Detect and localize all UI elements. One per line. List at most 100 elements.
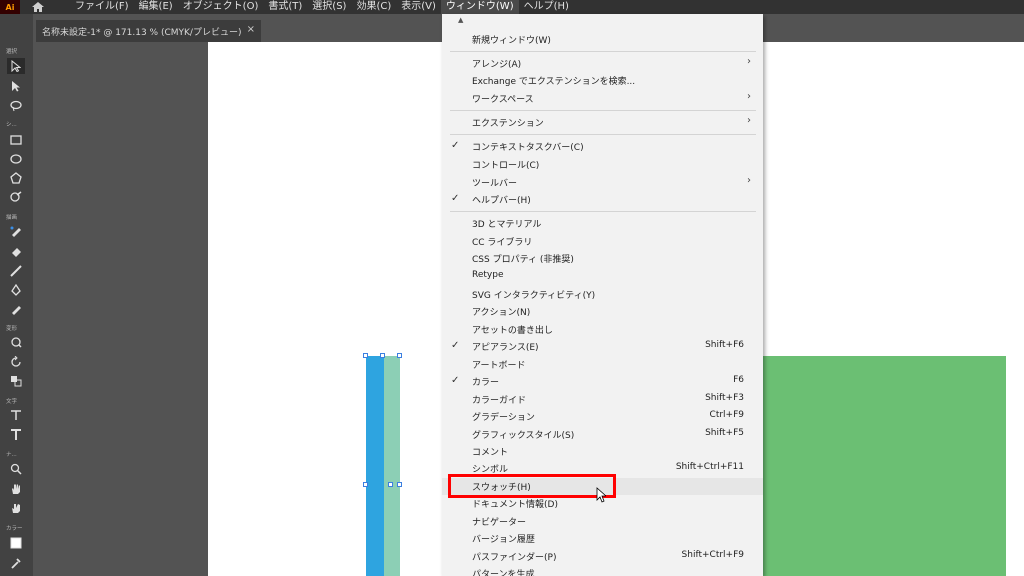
menu-item-version-history[interactable]: バージョン履歴 — [442, 530, 763, 547]
chevron-right-icon: › — [747, 115, 751, 126]
document-tab[interactable]: 名称未設定-1* @ 171.13 % (CMYK/プレビュー) × — [36, 20, 261, 42]
menu-item-workspace[interactable]: ワークスペース › — [442, 90, 763, 107]
menu-item-label: ツールバー — [472, 179, 518, 189]
ellipse-tool-icon[interactable] — [7, 151, 25, 167]
menu-item-control[interactable]: コントロール(C) — [442, 156, 763, 173]
menu-object[interactable]: オブジェクト(O) — [178, 0, 264, 14]
blue-bar-shape[interactable] — [366, 356, 384, 576]
menu-item-label: バージョン履歴 — [472, 535, 535, 545]
menu-item-label: コンテキストタスクバー(C) — [472, 143, 584, 153]
menu-item-help-bar[interactable]: ✓ ヘルプバー(H) — [442, 191, 763, 208]
checkmark-icon: ✓ — [451, 340, 460, 351]
checkmark-icon: ✓ — [451, 140, 460, 151]
menu-item-exchange[interactable]: Exchange でエクステンションを検索... — [442, 72, 763, 89]
rotate-view-tool-icon[interactable] — [7, 500, 25, 516]
menu-item-arrange[interactable]: アレンジ(A) › — [442, 55, 763, 72]
polygon-tool-icon[interactable] — [7, 170, 25, 186]
rotate-tool-icon[interactable] — [7, 354, 25, 370]
tool-group-label: 文字 — [6, 399, 18, 405]
selection-handle[interactable] — [363, 482, 368, 487]
document-tab-title: 名称未設定-1* @ 171.13 % (CMYK/プレビュー) — [42, 27, 242, 38]
chevron-right-icon: › — [747, 91, 751, 102]
selection-handle[interactable] — [397, 482, 402, 487]
eraser-tool-icon[interactable] — [7, 243, 25, 259]
menu-item-label: エクステンション — [472, 119, 544, 129]
lasso-tool-icon[interactable] — [7, 98, 25, 114]
selection-handle[interactable] — [397, 353, 402, 358]
free-transform-tool-icon[interactable] — [7, 373, 25, 389]
eyedropper-tool-icon[interactable] — [7, 555, 25, 571]
pencil-tool-icon[interactable] — [7, 223, 25, 239]
menu-item-label: グラフィックスタイル(S) — [472, 431, 575, 441]
menu-item-toolbar[interactable]: ツールバー › — [442, 174, 763, 191]
zoom-tool-icon[interactable] — [7, 461, 25, 477]
menu-item-pattern-options[interactable]: パターンを生成 — [442, 565, 763, 576]
menu-item-label: パターンを生成 — [472, 570, 535, 576]
rectangle-tool-icon[interactable] — [7, 132, 25, 148]
menu-edit[interactable]: 編集(E) — [134, 0, 178, 14]
menu-item-shortcut: Shift+Ctrl+F9 — [681, 550, 744, 560]
menu-item-label: カラーガイド — [472, 396, 527, 406]
menu-item-asset-export[interactable]: アセットの書き出し — [442, 321, 763, 338]
menu-item-label: 3D とマテリアル — [472, 220, 542, 230]
fill-stroke-icon[interactable] — [7, 535, 25, 551]
menu-item-comments[interactable]: コメント — [442, 443, 763, 460]
selection-handle[interactable] — [388, 482, 393, 487]
green-rectangle[interactable] — [763, 356, 1006, 576]
close-icon[interactable]: × — [247, 24, 255, 35]
home-icon[interactable] — [28, 0, 48, 14]
menu-effect[interactable]: 効果(C) — [351, 0, 396, 14]
type-tool-icon[interactable] — [7, 427, 25, 443]
menu-window[interactable]: ウィンドウ(W) — [440, 0, 519, 14]
pen-tool-icon[interactable] — [7, 282, 25, 298]
menu-item-svg-interactivity[interactable]: SVG インタラクティビティ(Y) — [442, 286, 763, 303]
teal-bar-shape[interactable] — [384, 356, 400, 576]
menu-separator — [450, 110, 756, 111]
direct-selection-tool-icon[interactable] — [7, 78, 25, 94]
menu-select[interactable]: 選択(S) — [307, 0, 351, 14]
menu-item-label: Exchange でエクステンションを検索... — [472, 77, 636, 87]
menu-item-css-properties[interactable]: CSS プロパティ (非推奨) — [442, 250, 763, 267]
menu-file[interactable]: ファイル(F) — [70, 0, 134, 14]
menu-item-label: ワークスペース — [472, 95, 534, 105]
blob-brush-tool-icon[interactable] — [7, 301, 25, 317]
scroll-up-icon[interactable]: ▲ — [458, 16, 463, 24]
menu-list: ファイル(F) 編集(E) オブジェクト(O) 書式(T) 選択(S) 効果(C… — [70, 0, 574, 14]
menu-item-label: アセットの書き出し — [472, 326, 553, 336]
hand-tool-icon[interactable] — [7, 481, 25, 497]
selection-handle[interactable] — [363, 353, 368, 358]
chevron-right-icon: › — [747, 175, 751, 186]
shaper-tool-icon[interactable] — [7, 189, 25, 205]
mouse-cursor-icon — [596, 487, 606, 503]
menu-item-graphic-styles[interactable]: グラフィックスタイル(S) Shift+F5 — [442, 426, 763, 443]
menu-item-cc-libraries[interactable]: CC ライブラリ — [442, 233, 763, 250]
paintbrush-tool-icon[interactable] — [7, 263, 25, 279]
menu-item-new-window[interactable]: 新規ウィンドウ(W) — [442, 31, 763, 48]
menu-item-shortcut: Shift+F5 — [705, 428, 744, 438]
menu-item-navigator[interactable]: ナビゲーター — [442, 513, 763, 530]
menu-view[interactable]: 表示(V) — [396, 0, 441, 14]
tool-group-label: 描画 — [6, 215, 18, 221]
menu-item-color-guide[interactable]: カラーガイド Shift+F3 — [442, 391, 763, 408]
menu-item-artboards[interactable]: アートボード — [442, 356, 763, 373]
width-tool-icon[interactable] — [7, 407, 25, 423]
checkmark-icon: ✓ — [451, 193, 460, 204]
menu-item-gradient[interactable]: グラデーション Ctrl+F9 — [442, 408, 763, 425]
menu-item-color[interactable]: ✓ カラー F6 — [442, 373, 763, 390]
menu-help[interactable]: ヘルプ(H) — [519, 0, 574, 14]
menu-item-actions[interactable]: アクション(N) — [442, 303, 763, 320]
menu-item-3d-materials[interactable]: 3D とマテリアル — [442, 215, 763, 232]
menu-item-appearance[interactable]: ✓ アピアランス(E) Shift+F6 — [442, 338, 763, 355]
scale-tool-icon[interactable] — [7, 334, 25, 350]
menu-item-pathfinder[interactable]: パスファインダー(P) Shift+Ctrl+F9 — [442, 548, 763, 565]
menu-item-extensions[interactable]: エクステンション › — [442, 114, 763, 131]
menu-item-label: コントロール(C) — [472, 161, 540, 171]
menu-item-shortcut: Shift+Ctrl+F11 — [675, 462, 744, 472]
menu-item-label: アクション(N) — [472, 308, 531, 318]
selection-handle[interactable] — [380, 353, 385, 358]
chevron-right-icon: › — [747, 56, 751, 67]
menu-type[interactable]: 書式(T) — [263, 0, 307, 14]
menu-item-retype[interactable]: Retype — [442, 268, 763, 285]
menu-item-context-taskbar[interactable]: ✓ コンテキストタスクバー(C) — [442, 138, 763, 155]
selection-tool-icon[interactable] — [7, 58, 25, 74]
